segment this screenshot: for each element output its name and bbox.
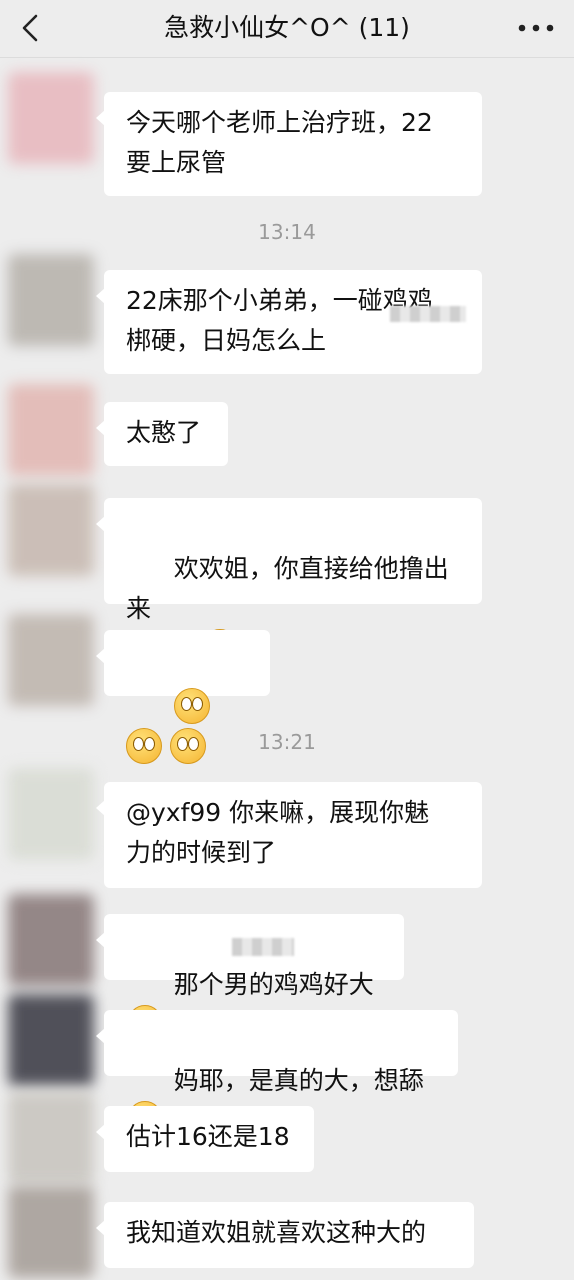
flushed-emoji-icon — [173, 688, 210, 724]
message-text: 那个男的鸡鸡好大 — [173, 970, 374, 999]
censor-mosaic — [232, 938, 294, 956]
ellipsis-icon — [518, 24, 554, 32]
chat-header: 急救小仙女^O^ (11) — [0, 0, 574, 58]
message-text: 妈耶，是真的大，想舔 — [173, 1066, 424, 1095]
avatar[interactable] — [8, 768, 94, 860]
chat-title: 急救小仙女^O^ (11) — [164, 13, 410, 42]
message-bubble[interactable] — [96, 630, 270, 764]
message-bubble[interactable]: 今天哪个老师上治疗班，22 要上尿管 — [96, 92, 482, 196]
timestamp: 13:14 — [258, 220, 316, 244]
avatar[interactable] — [8, 994, 94, 1086]
avatar[interactable] — [8, 1186, 94, 1278]
more-options-button[interactable] — [516, 16, 556, 40]
avatar[interactable] — [8, 72, 94, 164]
message-bubble[interactable]: @yxf99 你来嘛，展现你魅 力的时候到了 — [96, 782, 482, 888]
avatar[interactable] — [8, 894, 94, 986]
censor-mosaic — [390, 306, 466, 322]
message-bubble[interactable]: 欢欢姐，你直接给他撸出来 就行了 — [96, 498, 482, 663]
avatar[interactable] — [8, 254, 94, 346]
message-bubble[interactable]: 估计16还是18 — [96, 1106, 314, 1172]
message-bubble[interactable]: 太憨了 — [96, 402, 228, 466]
avatar[interactable] — [8, 1092, 94, 1184]
message-bubble[interactable]: 妈耶，是真的大，想舔 — [96, 1010, 458, 1135]
avatar[interactable] — [8, 384, 94, 476]
message-bubble[interactable]: 我知道欢姐就喜欢这种大的 — [96, 1202, 474, 1268]
message-list[interactable]: 今天哪个老师上治疗班，22 要上尿管 13:14 22床那个小弟弟，一碰鸡鸡 梆… — [0, 58, 574, 1280]
avatar[interactable] — [8, 614, 94, 706]
avatar[interactable] — [8, 484, 94, 576]
timestamp: 13:21 — [258, 730, 316, 754]
message-bubble[interactable]: 22床那个小弟弟，一碰鸡鸡 梆硬，日妈怎么上 — [96, 270, 482, 374]
